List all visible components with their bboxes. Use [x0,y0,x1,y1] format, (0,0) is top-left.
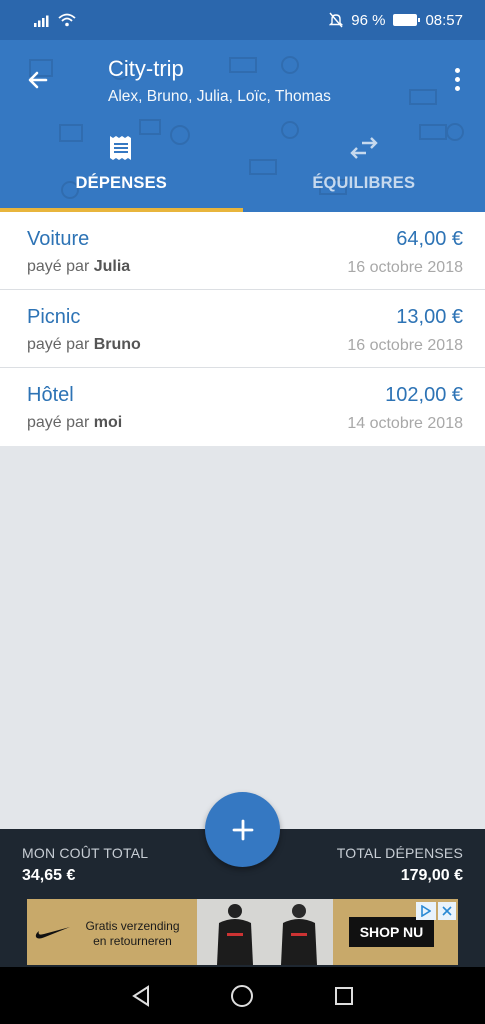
status-bar: 96 % 08:57 [0,0,485,40]
expense-title: Hôtel [27,384,74,406]
expense-payer: payé par moi [27,414,122,432]
dot [454,76,460,82]
plus-icon [232,819,253,840]
expense-payer: payé par Julia [27,258,130,276]
expense-amount: 102,00 € [385,384,463,406]
tab-balances-label: ÉQUILIBRES [312,174,416,192]
my-cost-value: 34,65 € [22,867,76,884]
payer-name: Julia [93,258,131,275]
payer-name: Bruno [93,336,141,353]
battery-icon [393,14,421,26]
expense-date: 16 octobre 2018 [347,259,463,276]
app-header: City-trip Alex, Bruno, Julia, Loïc, Thom… [0,40,485,212]
system-nav-bar [0,967,485,1024]
trip-participants: Alex, Bruno, Julia, Loïc, Thomas [108,88,331,105]
expense-title: Voiture [27,228,90,250]
dot [454,67,460,73]
ad-text: Gratis verzending en retourneren [75,919,190,949]
play-triangle-icon [421,905,431,917]
nav-back-icon [131,984,149,1007]
wifi-icon [58,13,76,27]
total-expenses-label: TOTAL DÉPENSES [336,845,463,861]
total-expenses-value: 179,00 € [400,867,463,884]
tab-expenses[interactable]: DÉPENSES [0,128,243,212]
nav-recents-button[interactable] [324,976,364,1016]
expense-payer: payé par Bruno [27,336,141,354]
ad-close-button[interactable] [438,902,456,920]
trip-title: City-trip [108,56,184,81]
ad-image [197,899,333,965]
tab-expenses-label: DÉPENSES [75,174,167,192]
expense-date: 16 octobre 2018 [347,337,463,354]
battery-level [394,15,416,25]
swoosh-logo [35,927,70,939]
transfer-arrows-icon [350,137,378,159]
payer-prefix: payé par [27,414,90,431]
ad-models-image [217,904,317,965]
overflow-menu-button[interactable] [445,62,469,96]
payer-name: moi [93,414,123,431]
ad-text-line2: en retourneren [93,934,172,948]
expense-row[interactable]: Voiture 64,00 € payé par Julia 16 octobr… [0,212,485,290]
expense-date: 14 octobre 2018 [347,415,463,432]
ad-text-line1: Gratis verzending [85,919,180,933]
ad-choices-icon[interactable] [416,902,436,920]
tab-bar: DÉPENSES ÉQUILIBRES [0,128,485,212]
arrow-left-icon [28,71,48,89]
status-left [34,13,76,27]
clock: 08:57 [425,11,463,29]
payer-prefix: payé par [27,258,90,275]
nav-home-button[interactable] [222,976,262,1016]
add-expense-button[interactable] [205,792,280,867]
my-cost-label: MON COÛT TOTAL [22,845,149,861]
tab-balances[interactable]: ÉQUILIBRES [243,128,485,212]
bell-muted-icon [329,12,344,28]
shop-now-button[interactable]: SHOP NU [349,917,434,947]
nav-home-icon [231,984,254,1007]
nav-recents-icon [335,986,354,1005]
battery-percent: 96 % [351,11,386,29]
dot [454,85,460,91]
nav-back-button[interactable] [121,976,161,1016]
expense-amount: 13,00 € [396,306,463,328]
receipt-icon [110,136,132,160]
expense-title: Picnic [27,306,81,328]
expense-row[interactable]: Hôtel 102,00 € payé par moi 14 octobre 2… [0,368,485,446]
expense-list: Voiture 64,00 € payé par Julia 16 octobr… [0,212,485,446]
ad-banner[interactable]: Gratis verzending en retourneren SHOP NU [27,899,458,965]
close-icon [442,906,452,916]
status-right: 96 % 08:57 [329,12,463,29]
back-button[interactable] [18,60,58,100]
payer-prefix: payé par [27,336,90,353]
expense-row[interactable]: Picnic 13,00 € payé par Bruno 16 octobre… [0,290,485,368]
expense-amount: 64,00 € [396,228,463,250]
ad-banner-container: Gratis verzending en retourneren SHOP NU [0,897,485,967]
signal-icon [34,15,49,27]
